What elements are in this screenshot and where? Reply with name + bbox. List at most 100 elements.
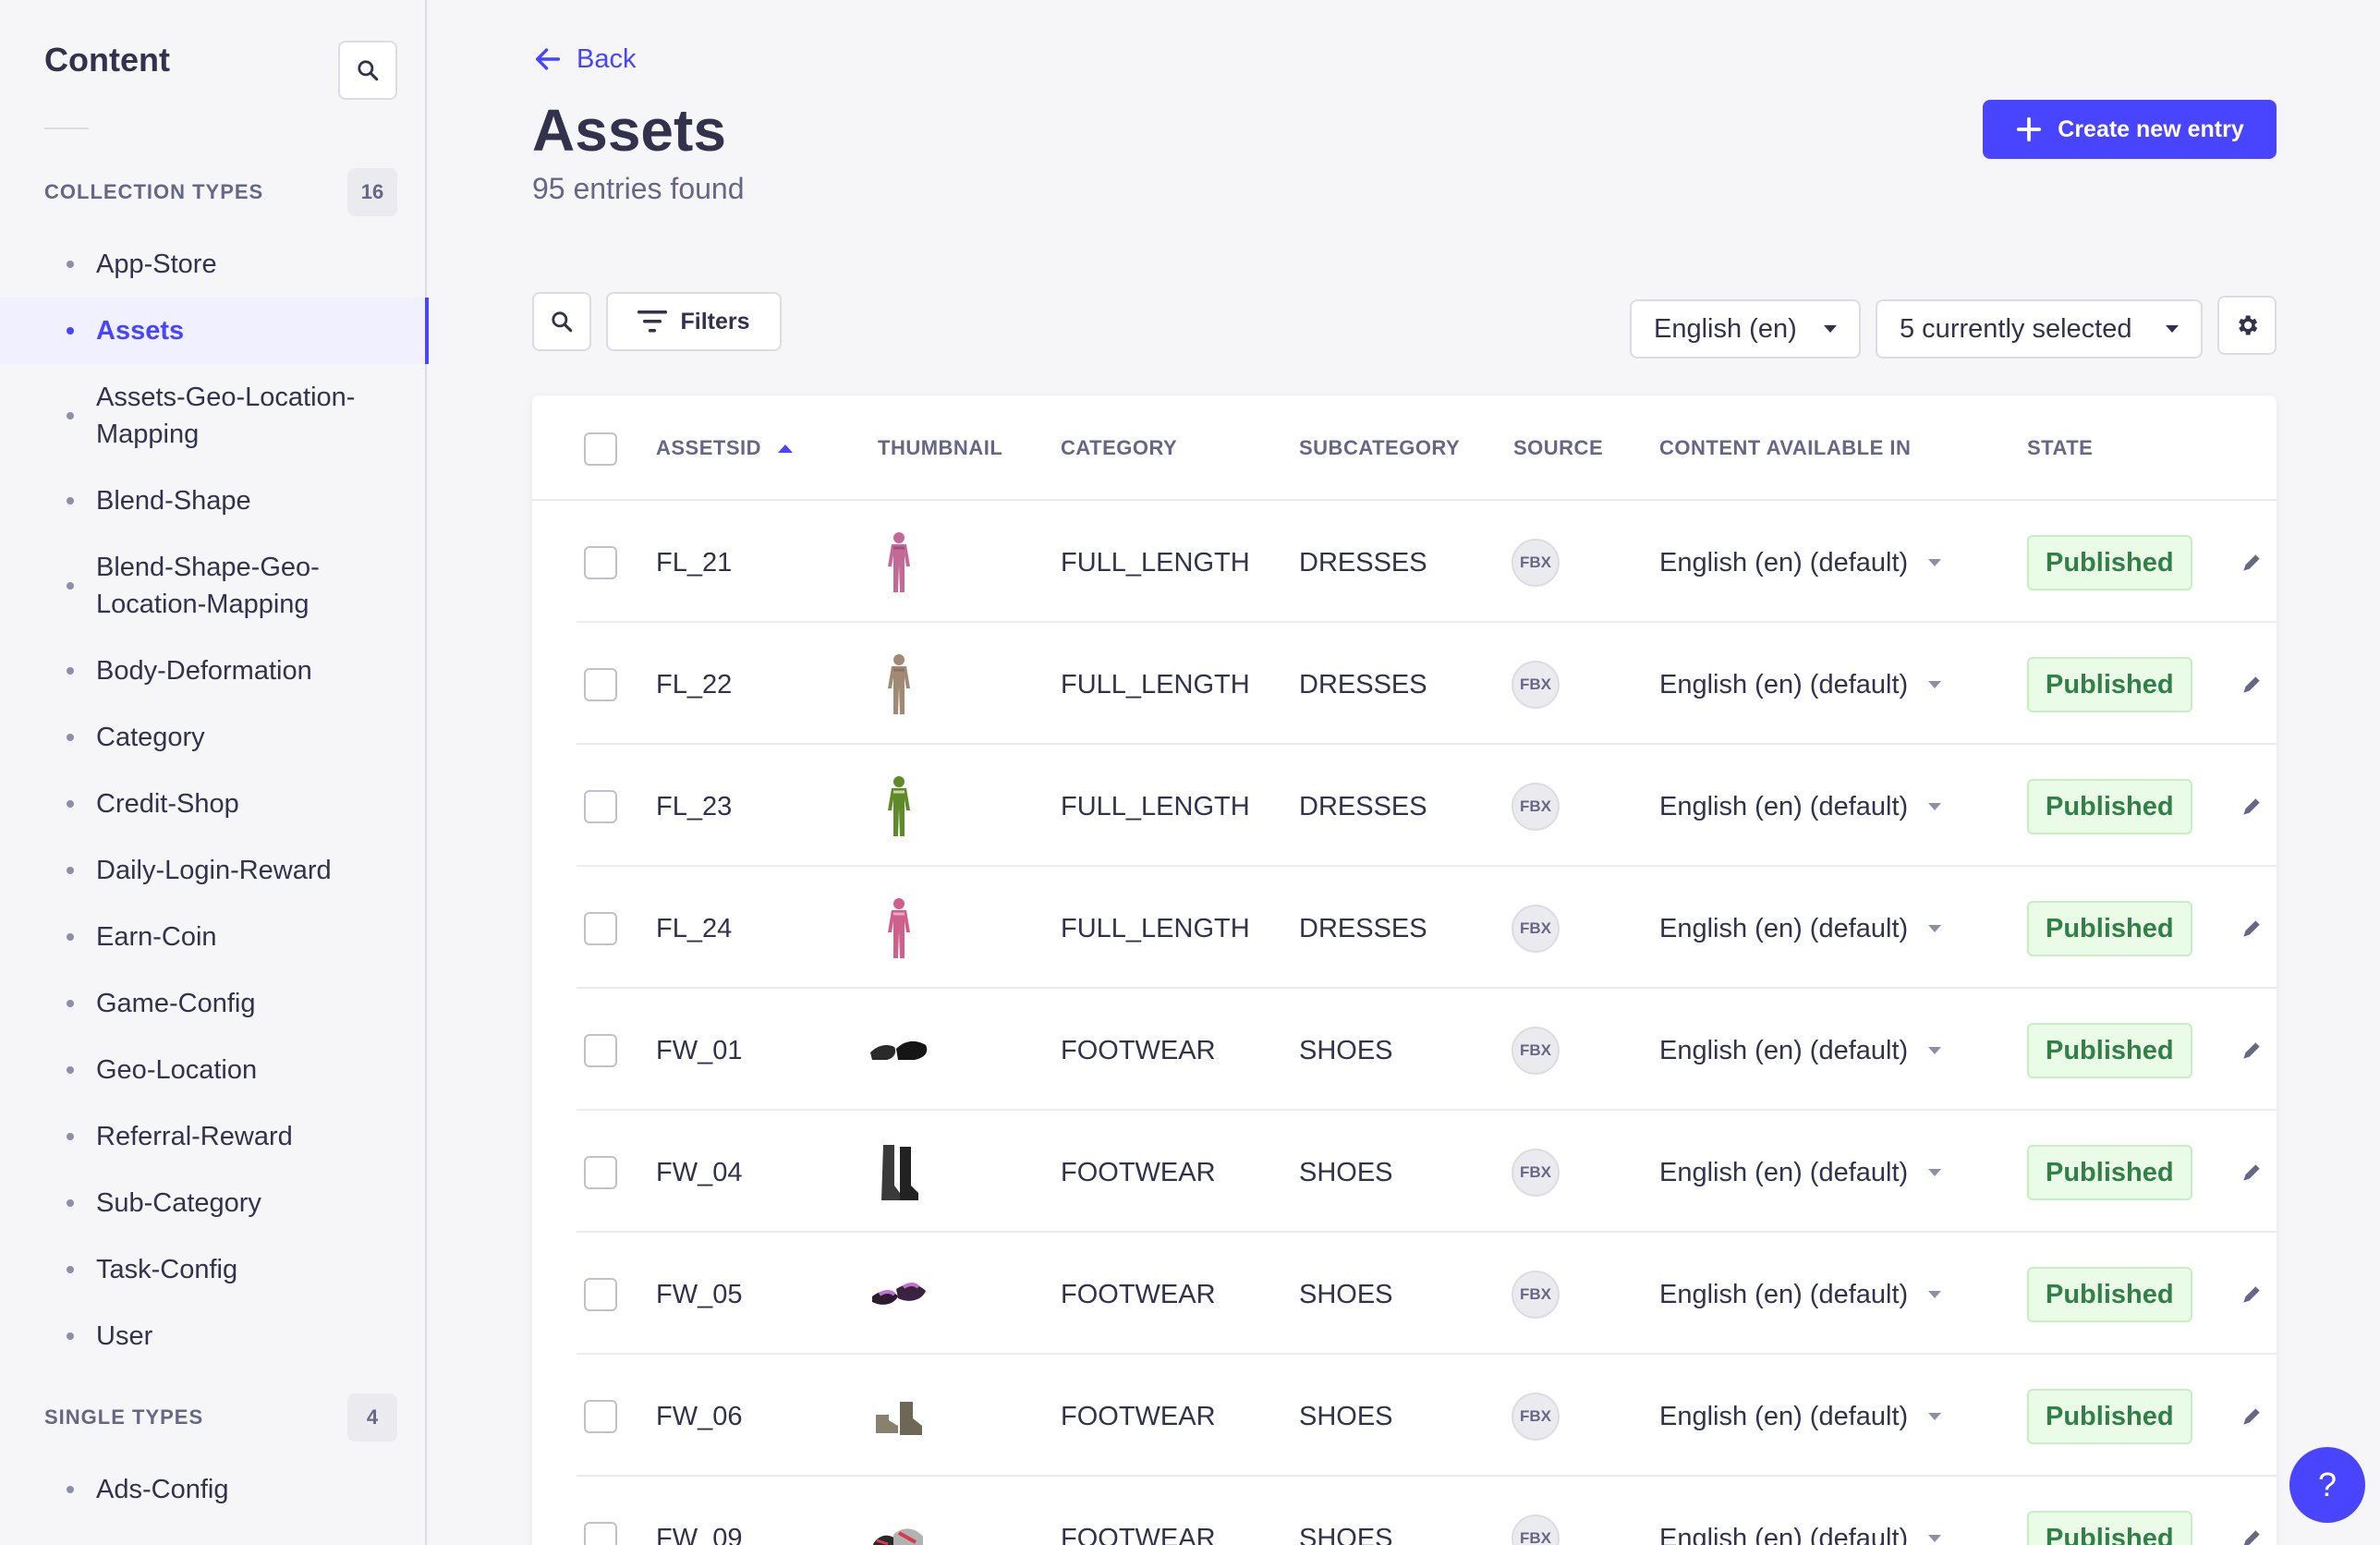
cell-state: Published <box>2027 1113 2192 1233</box>
table-search-button[interactable] <box>532 292 591 351</box>
cell-content-available-in[interactable]: English (en) (default) <box>1659 625 1942 745</box>
columns-select[interactable]: 5 currently selected <box>1876 299 2203 359</box>
bullet-icon <box>67 1066 74 1074</box>
select-all-checkbox[interactable] <box>584 432 617 466</box>
sidebar-item-user[interactable]: User <box>0 1303 427 1369</box>
cell-state: Published <box>2027 625 2192 745</box>
edit-pencil-icon[interactable] <box>2240 1039 2264 1063</box>
list-settings-button[interactable] <box>2217 296 2277 355</box>
edit-pencil-icon[interactable] <box>2240 1405 2264 1429</box>
sidebar-item-blend-shape[interactable]: Blend-Shape <box>0 468 427 534</box>
status-badge: Published <box>2027 535 2192 590</box>
cell-content-available-in[interactable]: English (en) (default) <box>1659 747 1942 867</box>
cell-content-available-in[interactable]: English (en) (default) <box>1659 1478 1942 1545</box>
sort-ascending-icon <box>778 444 794 453</box>
cell-category: FOOTWEAR <box>1061 1523 1216 1545</box>
column-header-category[interactable]: CATEGORY <box>1061 395 1177 501</box>
edit-pencil-icon[interactable] <box>2240 917 2264 941</box>
table-row[interactable]: FW_06 FOOTWEAR SHOES FBX English (en) (defau… <box>577 1356 2277 1477</box>
table-row[interactable]: FW_05 FOOTWEAR SHOES FBX English (en) (defau… <box>577 1235 2277 1355</box>
sidebar-item-label: Blend-Shape-Geo-Location-Mapping <box>96 553 320 619</box>
sidebar-item-daily-login-reward[interactable]: Daily-Login-Reward <box>0 837 427 904</box>
table-row[interactable]: FL_21 FULL_LENGTH DRESSES FBX English (en) (… <box>577 503 2277 623</box>
edit-pencil-icon[interactable] <box>2240 795 2264 819</box>
sidebar-item-ads-config[interactable]: Ads-Config <box>0 1456 427 1523</box>
thumbnail-image <box>867 1139 931 1206</box>
filters-button[interactable]: Filters <box>606 292 782 351</box>
help-button[interactable]: ? <box>2289 1447 2365 1523</box>
sidebar-item-body-deformation[interactable]: Body-Deformation <box>0 638 427 704</box>
bullet-icon <box>67 933 74 941</box>
cell-content-available-in[interactable]: English (en) (default) <box>1659 1113 1942 1233</box>
column-header-label: CATEGORY <box>1061 436 1178 459</box>
row-checkbox[interactable] <box>584 1522 617 1545</box>
table-row[interactable]: FW_01 FOOTWEAR SHOES FBX English (en) (defau… <box>577 991 2277 1111</box>
edit-pencil-icon[interactable] <box>2240 1527 2264 1545</box>
cell-content-available-in[interactable]: English (en) (default) <box>1659 991 1942 1111</box>
sidebar-item-assets-geo-location-mapping[interactable]: Assets-Geo-Location-Mapping <box>0 364 427 468</box>
source-badge: FBX <box>1512 905 1560 953</box>
row-checkbox[interactable] <box>584 1278 617 1311</box>
sidebar-item-category[interactable]: Category <box>0 704 427 771</box>
locale-select[interactable]: English (en) <box>1630 299 1861 359</box>
cell-content-available-in[interactable]: English (en) (default) <box>1659 1235 1942 1355</box>
sidebar-item-assets[interactable]: Assets <box>0 298 429 364</box>
bullet-icon <box>67 261 74 268</box>
table-row[interactable]: FL_23 FULL_LENGTH DRESSES FBX English (en) (… <box>577 747 2277 867</box>
sidebar-item-label: Body-Deformation <box>96 656 312 686</box>
table-row[interactable]: FW_04 FOOTWEAR SHOES FBX English (en) (defau… <box>577 1113 2277 1233</box>
gear-icon <box>2239 315 2258 335</box>
edit-pencil-icon[interactable] <box>2240 1161 2264 1185</box>
cell-actions <box>2240 991 2264 1111</box>
cell-subcategory: SHOES <box>1299 1279 1393 1309</box>
table-row[interactable]: FL_22 FULL_LENGTH DRESSES FBX English (en) (… <box>577 625 2277 745</box>
cell-state: Published <box>2027 869 2192 989</box>
sidebar-item-app-store[interactable]: App-Store <box>0 231 427 298</box>
back-link[interactable]: Back <box>532 41 636 78</box>
edit-pencil-icon[interactable] <box>2240 1283 2264 1307</box>
sidebar-search-button[interactable] <box>338 41 397 100</box>
column-header-subcategory[interactable]: SUBCATEGORY <box>1299 395 1460 501</box>
row-checkbox[interactable] <box>584 1400 617 1433</box>
row-checkbox[interactable] <box>584 668 617 701</box>
table-row[interactable]: FW_09 FOOTWEAR SHOES FBX English (en) (defau… <box>577 1478 2277 1545</box>
cell-assetsid: FW_06 <box>656 1401 743 1431</box>
column-header-assetsid[interactable]: ASSETSID <box>656 395 794 501</box>
cell-content-available-in[interactable]: English (en) (default) <box>1659 1356 1942 1477</box>
row-checkbox[interactable] <box>584 1156 617 1189</box>
sidebar-item-geo-location[interactable]: Geo-Location <box>0 1037 427 1103</box>
create-new-entry-button[interactable]: Create new entry <box>1983 100 2277 159</box>
cell-assetsid: FW_09 <box>656 1523 743 1545</box>
sidebar-item-sub-category[interactable]: Sub-Category <box>0 1170 427 1236</box>
cell-source: FBX <box>1512 869 1560 989</box>
sidebar-item-label: Category <box>96 723 205 752</box>
column-header-thumbnail: THUMBNAIL <box>878 395 1002 501</box>
edit-pencil-icon[interactable] <box>2240 551 2264 575</box>
row-checkbox[interactable] <box>584 790 617 823</box>
cell-content-available-in[interactable]: English (en) (default) <box>1659 869 1942 989</box>
cell-state: Published <box>2027 503 2192 623</box>
column-header-state[interactable]: STATE <box>2027 395 2093 501</box>
sidebar-item-task-config[interactable]: Task-Config <box>0 1236 427 1303</box>
edit-pencil-icon[interactable] <box>2240 673 2264 697</box>
row-checkbox[interactable] <box>584 546 617 579</box>
sidebar-item-earn-coin[interactable]: Earn-Coin <box>0 904 427 970</box>
cell-actions <box>2240 1356 2264 1477</box>
cell-thumbnail <box>867 991 931 1111</box>
sidebar-item-game-config[interactable]: Game-Config <box>0 970 427 1037</box>
row-checkbox[interactable] <box>584 1034 617 1067</box>
row-checkbox[interactable] <box>584 912 617 945</box>
bullet-icon <box>67 412 74 420</box>
cell-content-available-in[interactable]: English (en) (default) <box>1659 503 1942 623</box>
sidebar-item-credit-shop[interactable]: Credit-Shop <box>0 771 427 837</box>
status-badge: Published <box>2027 1267 2192 1322</box>
sidebar-item-referral-reward[interactable]: Referral-Reward <box>0 1103 427 1170</box>
filter-icon <box>638 310 668 333</box>
collection-types-header: COLLECTION TYPES 16 <box>44 168 397 216</box>
single-types-count: 4 <box>347 1393 397 1442</box>
table-row[interactable]: FL_24 FULL_LENGTH DRESSES FBX English (en) (… <box>577 869 2277 989</box>
sidebar-item-blend-shape-geo-location-mapping[interactable]: Blend-Shape-Geo-Location-Mapping <box>0 534 427 638</box>
locale-value: English (en) (default) <box>1659 669 1909 700</box>
cell-actions <box>2240 503 2264 623</box>
cell-category: FOOTWEAR <box>1061 1279 1216 1309</box>
